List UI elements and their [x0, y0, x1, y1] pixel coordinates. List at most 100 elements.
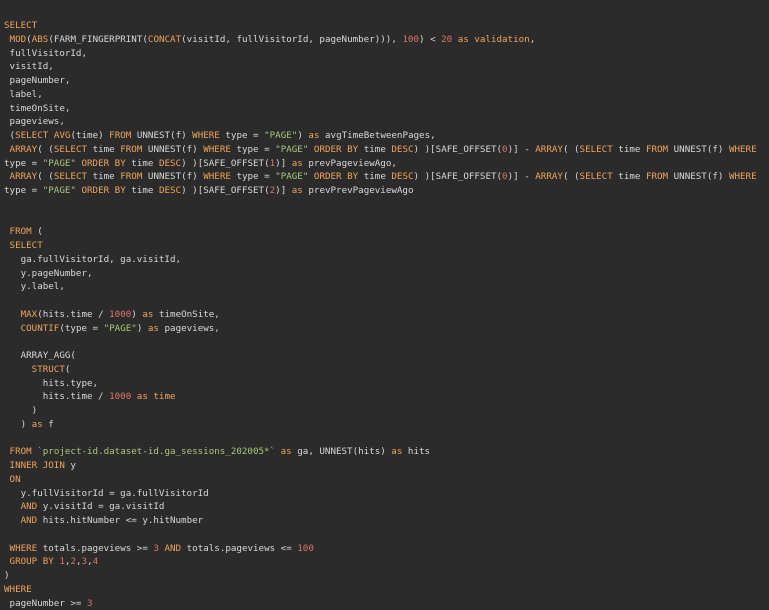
code-token: 1000 [109, 309, 131, 320]
code-token: ARRAY [10, 144, 38, 155]
code-token: type = [4, 185, 43, 196]
code-line: type = "PAGE" ORDER BY time DESC) )[SAFE… [0, 157, 769, 171]
code-token: DESC [391, 171, 413, 182]
code-token: "PAGE" [43, 185, 76, 196]
code-line: INNER JOIN y [0, 459, 769, 473]
code-token: ) [4, 419, 32, 430]
code-line: visitId, [0, 60, 769, 74]
code-token: ORDER BY [314, 171, 358, 182]
code-token: label, [4, 89, 43, 100]
code-line [0, 528, 769, 542]
code-token: time [358, 144, 391, 155]
code-token: 100 [402, 34, 419, 45]
code-token: "PAGE" [275, 171, 308, 182]
code-token: UNNEST(f) [142, 144, 203, 155]
code-token: "PAGE" [43, 158, 76, 169]
code-token: )] - [508, 144, 536, 155]
code-token: SELECT [580, 144, 613, 155]
code-line [0, 294, 769, 308]
code-token: ( ( [37, 171, 54, 182]
code-token: type = [231, 144, 275, 155]
code-token: hits.hitNumber <= y.hitNumber [37, 515, 203, 526]
code-token: ORDER BY [81, 158, 125, 169]
code-token: 20 [441, 34, 452, 45]
code-line [0, 335, 769, 349]
code-token: hits.type, [4, 378, 98, 389]
code-token: FROM [10, 226, 32, 237]
code-token: WHERE [729, 144, 757, 155]
code-line: MOD(ABS(FARM_FINGERPRINT(CONCAT(visitId,… [0, 33, 769, 47]
code-line: WHERE [0, 583, 769, 597]
code-token: 100 [297, 543, 314, 554]
code-token: ga.fullVisitorId, ga.visitId, [4, 254, 181, 265]
sql-code-editor[interactable]: SELECT MOD(ABS(FARM_FINGERPRINT(CONCAT(v… [0, 0, 769, 602]
code-token: DESC [391, 144, 413, 155]
code-token: FARM_FINGERPRINT [54, 34, 143, 45]
code-token: AND [21, 501, 38, 512]
code-line: pageNumber, [0, 74, 769, 88]
code-line: WHERE totals.pageviews >= 3 AND totals.p… [0, 542, 769, 556]
code-token: ( ( [563, 144, 580, 155]
code-token: as [148, 323, 159, 334]
code-token: COUNTIF [21, 323, 60, 334]
code-token: MOD [10, 34, 27, 45]
code-token: WHERE [203, 144, 231, 155]
code-line: ARRAY( (SELECT time FROM UNNEST(f) WHERE… [0, 170, 769, 184]
code-token: hits [402, 446, 430, 457]
code-token: ga, UNNEST(hits) [292, 446, 392, 457]
code-token: AVG [54, 130, 71, 141]
code-token: ( [65, 364, 71, 375]
code-token: as time [131, 391, 175, 402]
code-token: y.fullVisitorId = ga.fullVisitorId [4, 488, 209, 499]
code-token: WHERE [203, 171, 231, 182]
code-line: MAX(hits.time / 1000) as timeOnSite, [0, 308, 769, 322]
code-token: time [613, 171, 646, 182]
code-token: SELECT [10, 240, 43, 251]
code-token: avgTimeBetweenPages, [319, 130, 435, 141]
code-token: `project-id.dataset-id.ga_sessions_20200… [37, 446, 275, 457]
code-token: WHERE [192, 130, 220, 141]
code-token: pageviews, [4, 116, 65, 127]
code-token: )] [275, 185, 292, 196]
code-line: ) [0, 404, 769, 418]
code-token [4, 309, 21, 320]
code-line [0, 212, 769, 226]
code-token: (hits.time / [37, 309, 109, 320]
code-token: time [126, 185, 159, 196]
code-token: y [65, 460, 76, 471]
code-token: STRUCT [32, 364, 65, 375]
code-token: UNNEST(f) [668, 171, 729, 182]
code-token: pageNumber, [4, 75, 70, 86]
code-token: ( ( [563, 171, 580, 182]
code-token: ( [4, 130, 15, 141]
code-token: y.label, [4, 281, 65, 292]
code-token: type = [231, 171, 275, 182]
code-token [4, 364, 32, 375]
code-token: ARRAY [535, 144, 563, 155]
code-token: as [292, 158, 303, 169]
code-token: ARRAY [10, 171, 38, 182]
code-token: FROM [120, 144, 142, 155]
code-token: SELECT [15, 130, 48, 141]
code-token: "PAGE" [275, 144, 308, 155]
code-token: "PAGE" [104, 323, 137, 334]
code-token: as [281, 446, 292, 457]
code-line: y.label, [0, 280, 769, 294]
code-token: UNNEST(f) [131, 130, 192, 141]
code-token: ) [4, 405, 37, 416]
code-token: ON [10, 474, 21, 485]
code-token: FROM [646, 171, 668, 182]
code-line: ON [0, 473, 769, 487]
code-line [0, 198, 769, 212]
code-line [0, 432, 769, 446]
code-token: )] - [508, 171, 536, 182]
code-token: time [87, 171, 120, 182]
code-token [4, 501, 21, 512]
code-line: FROM `project-id.dataset-id.ga_sessions_… [0, 445, 769, 459]
code-token: as [292, 185, 303, 196]
code-token: "PAGE" [264, 130, 297, 141]
code-token: totals.pageviews >= [37, 543, 153, 554]
code-token: ) [297, 130, 308, 141]
code-token: (time) [70, 130, 109, 141]
code-token: (visitId, fullVisitorId, pageNumber))), [181, 34, 402, 45]
